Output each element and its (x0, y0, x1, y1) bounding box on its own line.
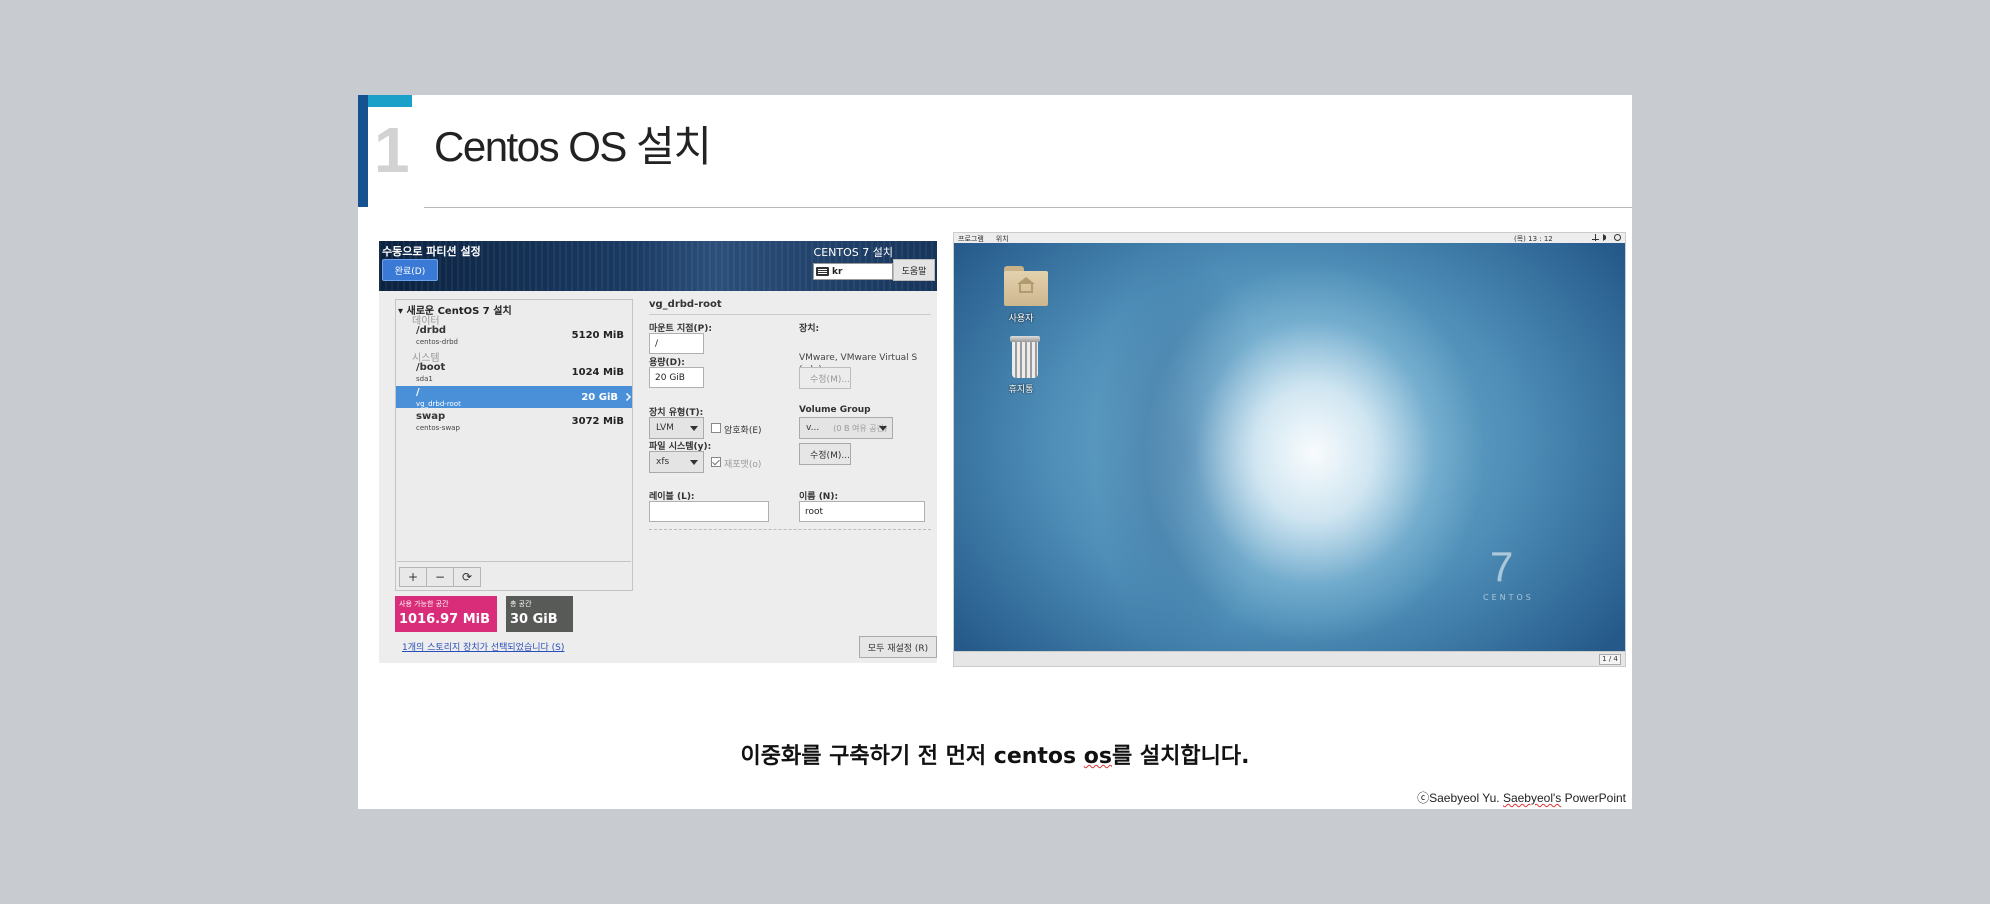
top-panel: 프로그램 위치 (목) 13 : 12 (954, 233, 1625, 243)
device-type-select[interactable]: LVM (649, 417, 704, 439)
keyboard-layout-selector[interactable]: kr (813, 263, 893, 280)
volume-group-select[interactable]: v... (0 B 여유 공간) (799, 417, 893, 439)
slide-caption: 이중화를 구축하기 전 먼저 centos os를 설치합니다. (358, 738, 1632, 770)
total-space-value: 30 GiB (510, 612, 558, 627)
available-space-box: 사용 가능한 공간 1016.97 MiB (395, 596, 497, 632)
partition-size: 20 GiB (581, 392, 618, 403)
caption-text: 이중화를 구축하기 전 먼저 centos (740, 744, 1084, 769)
desktop-icon-home[interactable]: 사용자 (991, 266, 1051, 336)
storage-devices-link[interactable]: 1개의 스토리지 장치가 선택되었습니다 (S) (402, 640, 564, 653)
volume-group-value: v... (806, 423, 820, 433)
dropdown-caret-icon (690, 460, 698, 465)
dropdown-caret-icon (690, 426, 698, 431)
system-tray (1592, 234, 1621, 241)
power-icon[interactable] (1614, 234, 1621, 241)
name-input[interactable]: root (799, 501, 925, 522)
desktop-icon-trash[interactable]: 휴지통 (991, 336, 1051, 406)
volume-icon[interactable] (1603, 234, 1610, 241)
partition-size: 1024 MiB (571, 367, 624, 378)
remove-partition-button[interactable]: − (426, 567, 454, 587)
slide-title: Centos OS 설치 (434, 123, 712, 170)
detail-title: vg_drbd-root (649, 299, 722, 310)
reformat-label: 재포맷(o) (724, 460, 762, 470)
keyboard-icon (816, 267, 829, 276)
partition-item-swap[interactable]: swap centos-swap 3072 MiB (396, 410, 632, 436)
desktop-icon-label: 사용자 (1008, 314, 1034, 324)
keyboard-layout-value: kr (832, 266, 843, 277)
slide-accent-tab (368, 95, 412, 107)
partition-name: swap (416, 411, 446, 422)
volume-group-label: Volume Group (799, 405, 871, 415)
slide-accent-bar (358, 95, 368, 207)
tree-toolbar: + − ⟳ (397, 561, 631, 589)
network-icon[interactable] (1592, 234, 1599, 241)
partition-screenshot: 수동으로 파티션 설정 완료(D) CENTOS 7 설치 kr 도움말 ▾ 새… (379, 241, 937, 663)
modify-volume-group-button[interactable]: 수정(M)... (799, 443, 851, 465)
product-title: CENTOS 7 설치 (813, 246, 893, 259)
partition-name: /boot (416, 362, 446, 373)
desktop-screenshot: 프로그램 위치 (목) 13 : 12 사용자 휴지통 7 CENTOS 1 /… (953, 232, 1626, 667)
partition-item-root[interactable]: / vg_drbd-root 20 GiB (396, 386, 632, 408)
home-folder-icon (1004, 266, 1048, 306)
filesystem-select[interactable]: xfs (649, 451, 704, 473)
add-partition-button[interactable]: + (399, 567, 427, 587)
partition-item-boot[interactable]: /boot sda1 1024 MiB (396, 361, 632, 387)
desktop-background: 사용자 휴지통 7 CENTOS (954, 243, 1625, 651)
title-divider (424, 207, 1632, 208)
installer-title: 수동으로 파티션 설정 (382, 245, 481, 258)
slide-number: 1 (374, 114, 410, 186)
chevron-right-icon (623, 393, 631, 401)
partition-device: centos-drbd (416, 338, 458, 346)
device-type-value: LVM (656, 423, 674, 433)
centos-logo-number: 7 (1490, 543, 1514, 590)
filesystem-value: xfs (656, 457, 670, 467)
reformat-checkbox[interactable] (711, 457, 721, 467)
partition-name: / (416, 387, 420, 398)
available-space-label: 사용 가능한 공간 (399, 600, 449, 608)
partition-item-drbd[interactable]: /drbd centos-drbd 5120 MiB (396, 324, 632, 350)
partition-tree: ▾ 새로운 CentOS 7 설치 데이터 /drbd centos-drbd … (395, 299, 633, 591)
centos-logo-text: CENTOS (1483, 593, 1534, 602)
caption-os: os (1083, 744, 1113, 769)
total-space-box: 총 공간 30 GiB (506, 596, 573, 632)
label-input[interactable] (649, 501, 769, 522)
desktop-icon-label: 휴지통 (1008, 385, 1034, 395)
trash-icon (1010, 336, 1040, 378)
workspace-switcher[interactable]: 1 / 4 (1599, 654, 1621, 665)
partition-size: 3072 MiB (571, 416, 624, 427)
available-space-value: 1016.97 MiB (399, 612, 491, 627)
encrypt-label: 암호화(E) (724, 426, 762, 436)
capacity-input[interactable]: 20 GiB (649, 367, 704, 388)
mount-point-input[interactable]: / (649, 333, 704, 354)
dropdown-caret-icon (879, 426, 887, 431)
bottom-panel: 1 / 4 (954, 651, 1625, 666)
partition-device: vg_drbd-root (416, 400, 461, 408)
partition-device: centos-swap (416, 424, 460, 432)
detail-divider (649, 314, 931, 315)
partition-detail-panel: vg_drbd-root 마운트 지점(P): / 장치: VMware, VM… (649, 299, 931, 599)
refresh-button[interactable]: ⟳ (453, 567, 481, 587)
slide: 1 Centos OS 설치 수동으로 파티션 설정 완료(D) CENTOS … (358, 95, 1632, 809)
detail-dashed-divider (649, 529, 931, 530)
help-button[interactable]: 도움말 (893, 259, 935, 281)
credit-author: ⓒSaebyeol Yu. (1417, 791, 1503, 805)
total-space-label: 총 공간 (510, 600, 532, 608)
caption-text-end: 를 설치합니다. (1112, 744, 1250, 769)
reset-all-button[interactable]: 모두 재설정 (R) (859, 636, 937, 658)
partition-size: 5120 MiB (571, 330, 624, 341)
partition-name: /drbd (416, 325, 447, 336)
device-label: 장치: (799, 324, 820, 334)
done-button[interactable]: 완료(D) (382, 259, 438, 281)
credit-suffix: PowerPoint (1561, 791, 1626, 805)
credit-name: Saebyeol's (1502, 791, 1562, 805)
encrypt-checkbox[interactable] (711, 423, 721, 433)
modify-device-button[interactable]: 수정(M)... (799, 367, 851, 389)
partition-device: sda1 (416, 375, 433, 383)
slide-credit: ⓒSaebyeol Yu. Saebyeol's PowerPoint (1417, 789, 1626, 806)
